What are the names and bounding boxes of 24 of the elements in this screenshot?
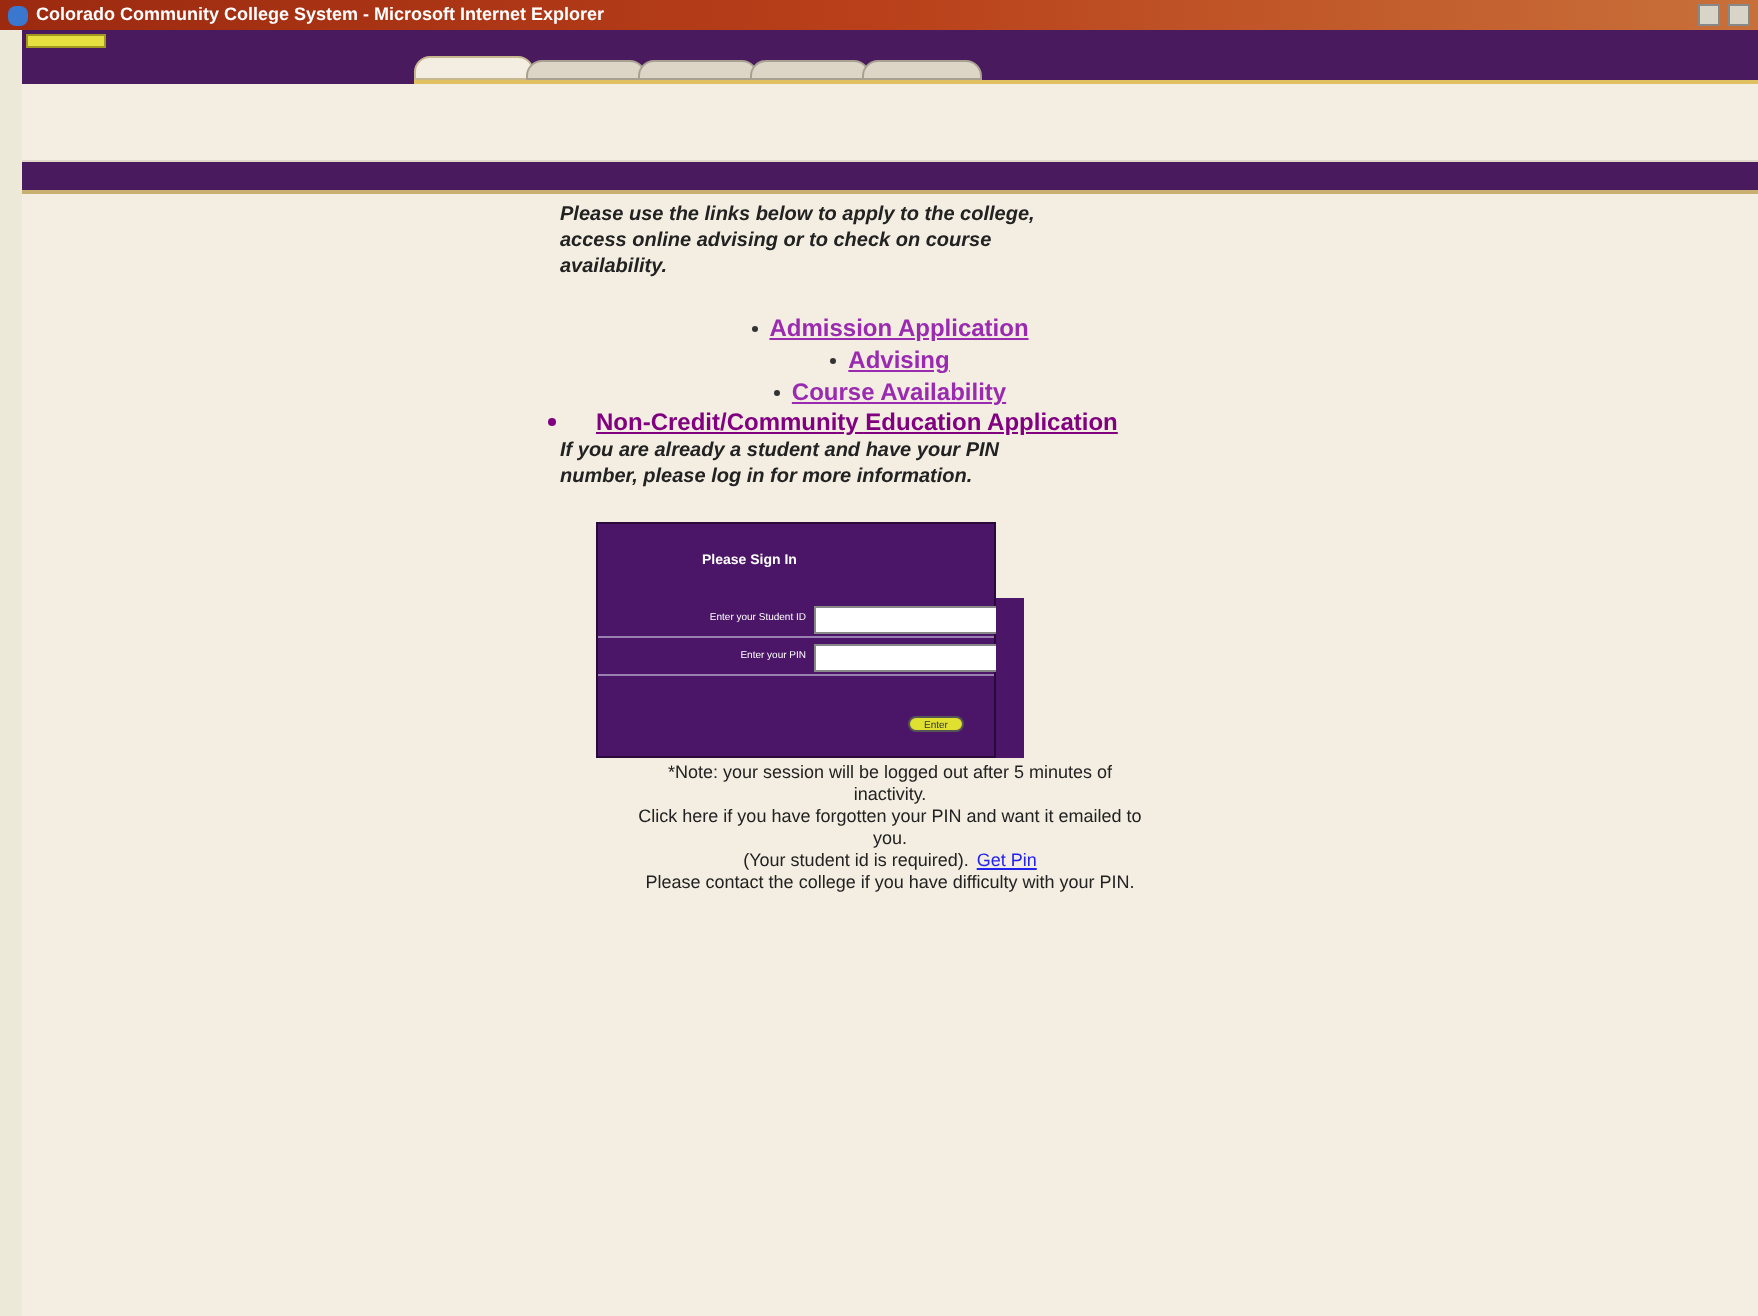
bullet-icon: [751, 325, 758, 331]
link[interactable]: Course Availability: [791, 376, 1007, 408]
window-title: Colorado Community College System - Microsoft Internet Explorer: [36, 1, 605, 28]
required-text: (Your student id is required).: [743, 850, 969, 872]
nav-tab[interactable]: [750, 60, 870, 80]
nav-tab[interactable]: [526, 60, 646, 80]
bullet-icon: [830, 357, 837, 363]
nav-tab[interactable]: [638, 60, 758, 80]
forgot-pin-text: Click here if you have forgotten your PIN and want it emailed to you.: [636, 806, 1144, 850]
input-field[interactable]: [814, 605, 998, 633]
intro-text: Please use the links below to apply to the college, access online advising or to check on course availability.: [560, 202, 1037, 280]
bullet-icon: [548, 418, 556, 426]
input-field[interactable]: [814, 643, 998, 671]
bullet-icon: [773, 389, 780, 395]
link[interactable]: Admission Application: [769, 312, 1029, 344]
contact-text: Please contact the college if you have difficulty with your PIN.: [645, 872, 1135, 894]
session-note: *Note: your session will be logged out after 5 minutes of inactivity.: [665, 762, 1115, 806]
link[interactable]: Advising: [848, 344, 950, 376]
browser-icon: [8, 5, 28, 25]
link[interactable]: Non-Credit/Community Education Application: [596, 408, 1118, 436]
get-pin-link[interactable]: Get Pin: [976, 850, 1037, 872]
nav-tab[interactable]: [414, 56, 534, 80]
nav-tab[interactable]: [862, 60, 982, 80]
login-prompt: If you are already a student and have your PIN number, please log in for more information.: [560, 438, 1002, 490]
